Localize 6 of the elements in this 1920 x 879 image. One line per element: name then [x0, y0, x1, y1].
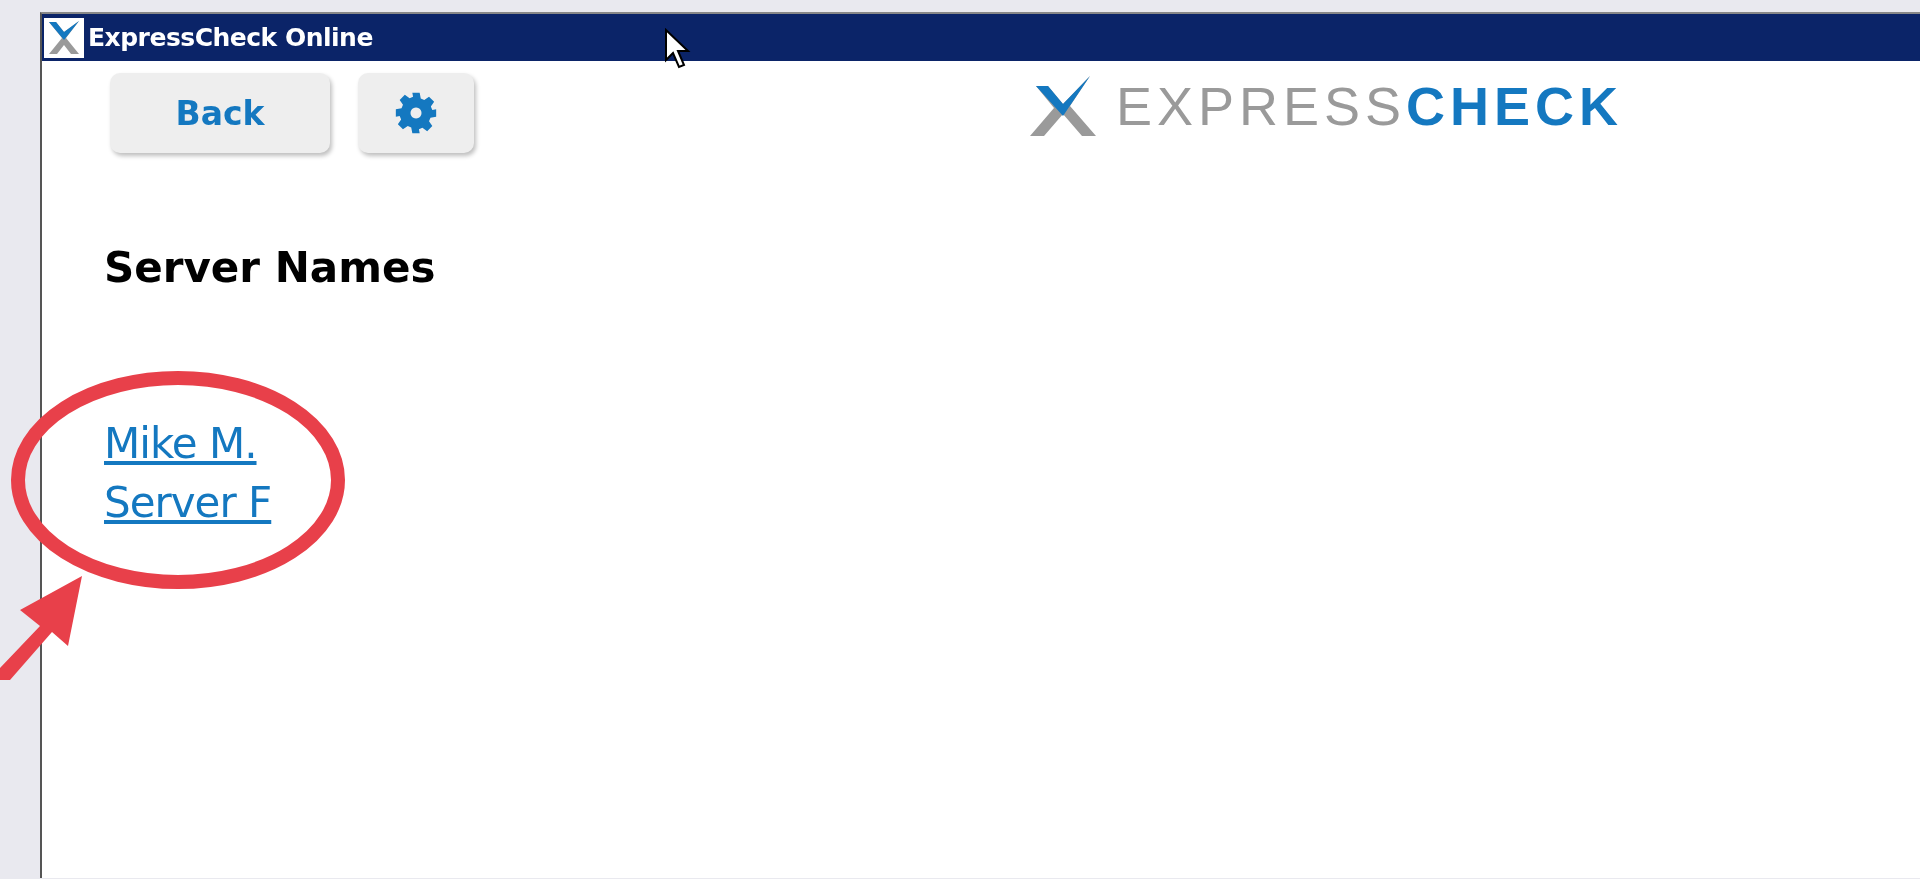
window-title: ExpressCheck Online — [88, 23, 373, 52]
back-button[interactable]: Back — [110, 73, 330, 153]
page-heading: Server Names — [104, 243, 437, 292]
logo-wordmark: EXPRESSCHECK — [1116, 75, 1624, 137]
server-link[interactable]: Server F — [104, 479, 272, 526]
server-link[interactable]: Mike M. — [104, 420, 257, 467]
